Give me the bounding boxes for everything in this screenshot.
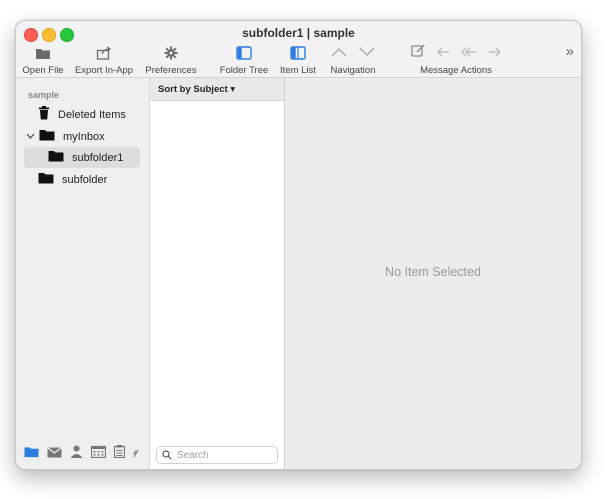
sidebar-item-label: subfolder1 (72, 151, 124, 164)
message-actions-label: Message Actions (420, 65, 492, 76)
mail-icon[interactable] (47, 445, 62, 463)
trash-icon (38, 106, 50, 123)
person-icon[interactable] (70, 445, 83, 463)
item-list-button[interactable]: Item List (278, 45, 318, 76)
open-file-label: Open File (22, 65, 64, 76)
sidebar-item-myinbox[interactable]: myInbox (26, 126, 105, 147)
export-in-app-button[interactable]: Export In-App (74, 45, 134, 76)
folder-open-icon (22, 45, 64, 61)
folder-icon (48, 150, 64, 165)
export-in-app-label: Export In-App (74, 65, 134, 76)
sort-by-subject-button[interactable]: Sort by Subject ▾ (150, 78, 284, 101)
open-file-button[interactable]: Open File (22, 45, 64, 76)
sidebar-left-icon (219, 45, 269, 61)
reply-icon[interactable] (436, 44, 450, 62)
folder-icon (38, 172, 54, 187)
notes-icon[interactable] (113, 445, 126, 463)
panel-list-icon (278, 45, 318, 61)
folder-icon (39, 129, 55, 144)
navigation-group: Navigation (327, 45, 379, 76)
navigation-label: Navigation (330, 65, 376, 76)
link-icon[interactable] (133, 445, 139, 463)
item-list-label: Item List (280, 65, 316, 76)
preferences-label: Preferences (145, 65, 197, 76)
window-title: subfolder1 | sample (242, 26, 355, 40)
folder-tree-button[interactable]: Folder Tree (219, 45, 269, 76)
folder-sidebar: sample Deleted Items myInbox subfolder1 … (16, 78, 150, 469)
compose-icon[interactable] (411, 44, 426, 62)
folder-icon[interactable] (24, 445, 39, 463)
gear-icon (145, 45, 197, 61)
reading-pane: No Item Selected (285, 78, 581, 469)
sidebar-item-deleted-items[interactable]: Deleted Items (38, 104, 126, 125)
sidebar-item-label: subfolder (62, 173, 108, 186)
sidebar-item-label: myInbox (63, 130, 105, 143)
calendar-icon[interactable] (90, 445, 107, 463)
module-switcher (24, 445, 139, 463)
chevron-down-icon[interactable] (359, 44, 375, 62)
app-window: subfolder1 | sample Open File Export In-… (15, 20, 582, 470)
sidebar-item-subfolder[interactable]: subfolder (38, 169, 107, 190)
chevron-down-icon[interactable] (26, 131, 35, 143)
search-field[interactable]: Search (156, 446, 278, 464)
folder-tree-label: Folder Tree (219, 65, 269, 76)
account-header: sample (28, 90, 60, 100)
forward-icon[interactable] (488, 44, 502, 62)
toolbar-overflow-icon[interactable]: » (566, 43, 574, 60)
export-icon (74, 45, 134, 61)
sidebar-item-label: Deleted Items (58, 108, 126, 121)
search-icon (162, 450, 172, 460)
message-actions-group: Message Actions (402, 44, 510, 76)
titlebar: subfolder1 | sample Open File Export In-… (16, 21, 581, 78)
chevron-up-icon[interactable] (331, 44, 347, 62)
preferences-button[interactable]: Preferences (145, 45, 197, 76)
reply-all-icon[interactable] (461, 44, 477, 62)
no-item-selected-text: No Item Selected (385, 265, 481, 279)
item-list-pane: Sort by Subject ▾ Search (150, 78, 285, 469)
sidebar-item-subfolder1[interactable]: subfolder1 (24, 147, 140, 168)
search-placeholder: Search (177, 449, 209, 461)
